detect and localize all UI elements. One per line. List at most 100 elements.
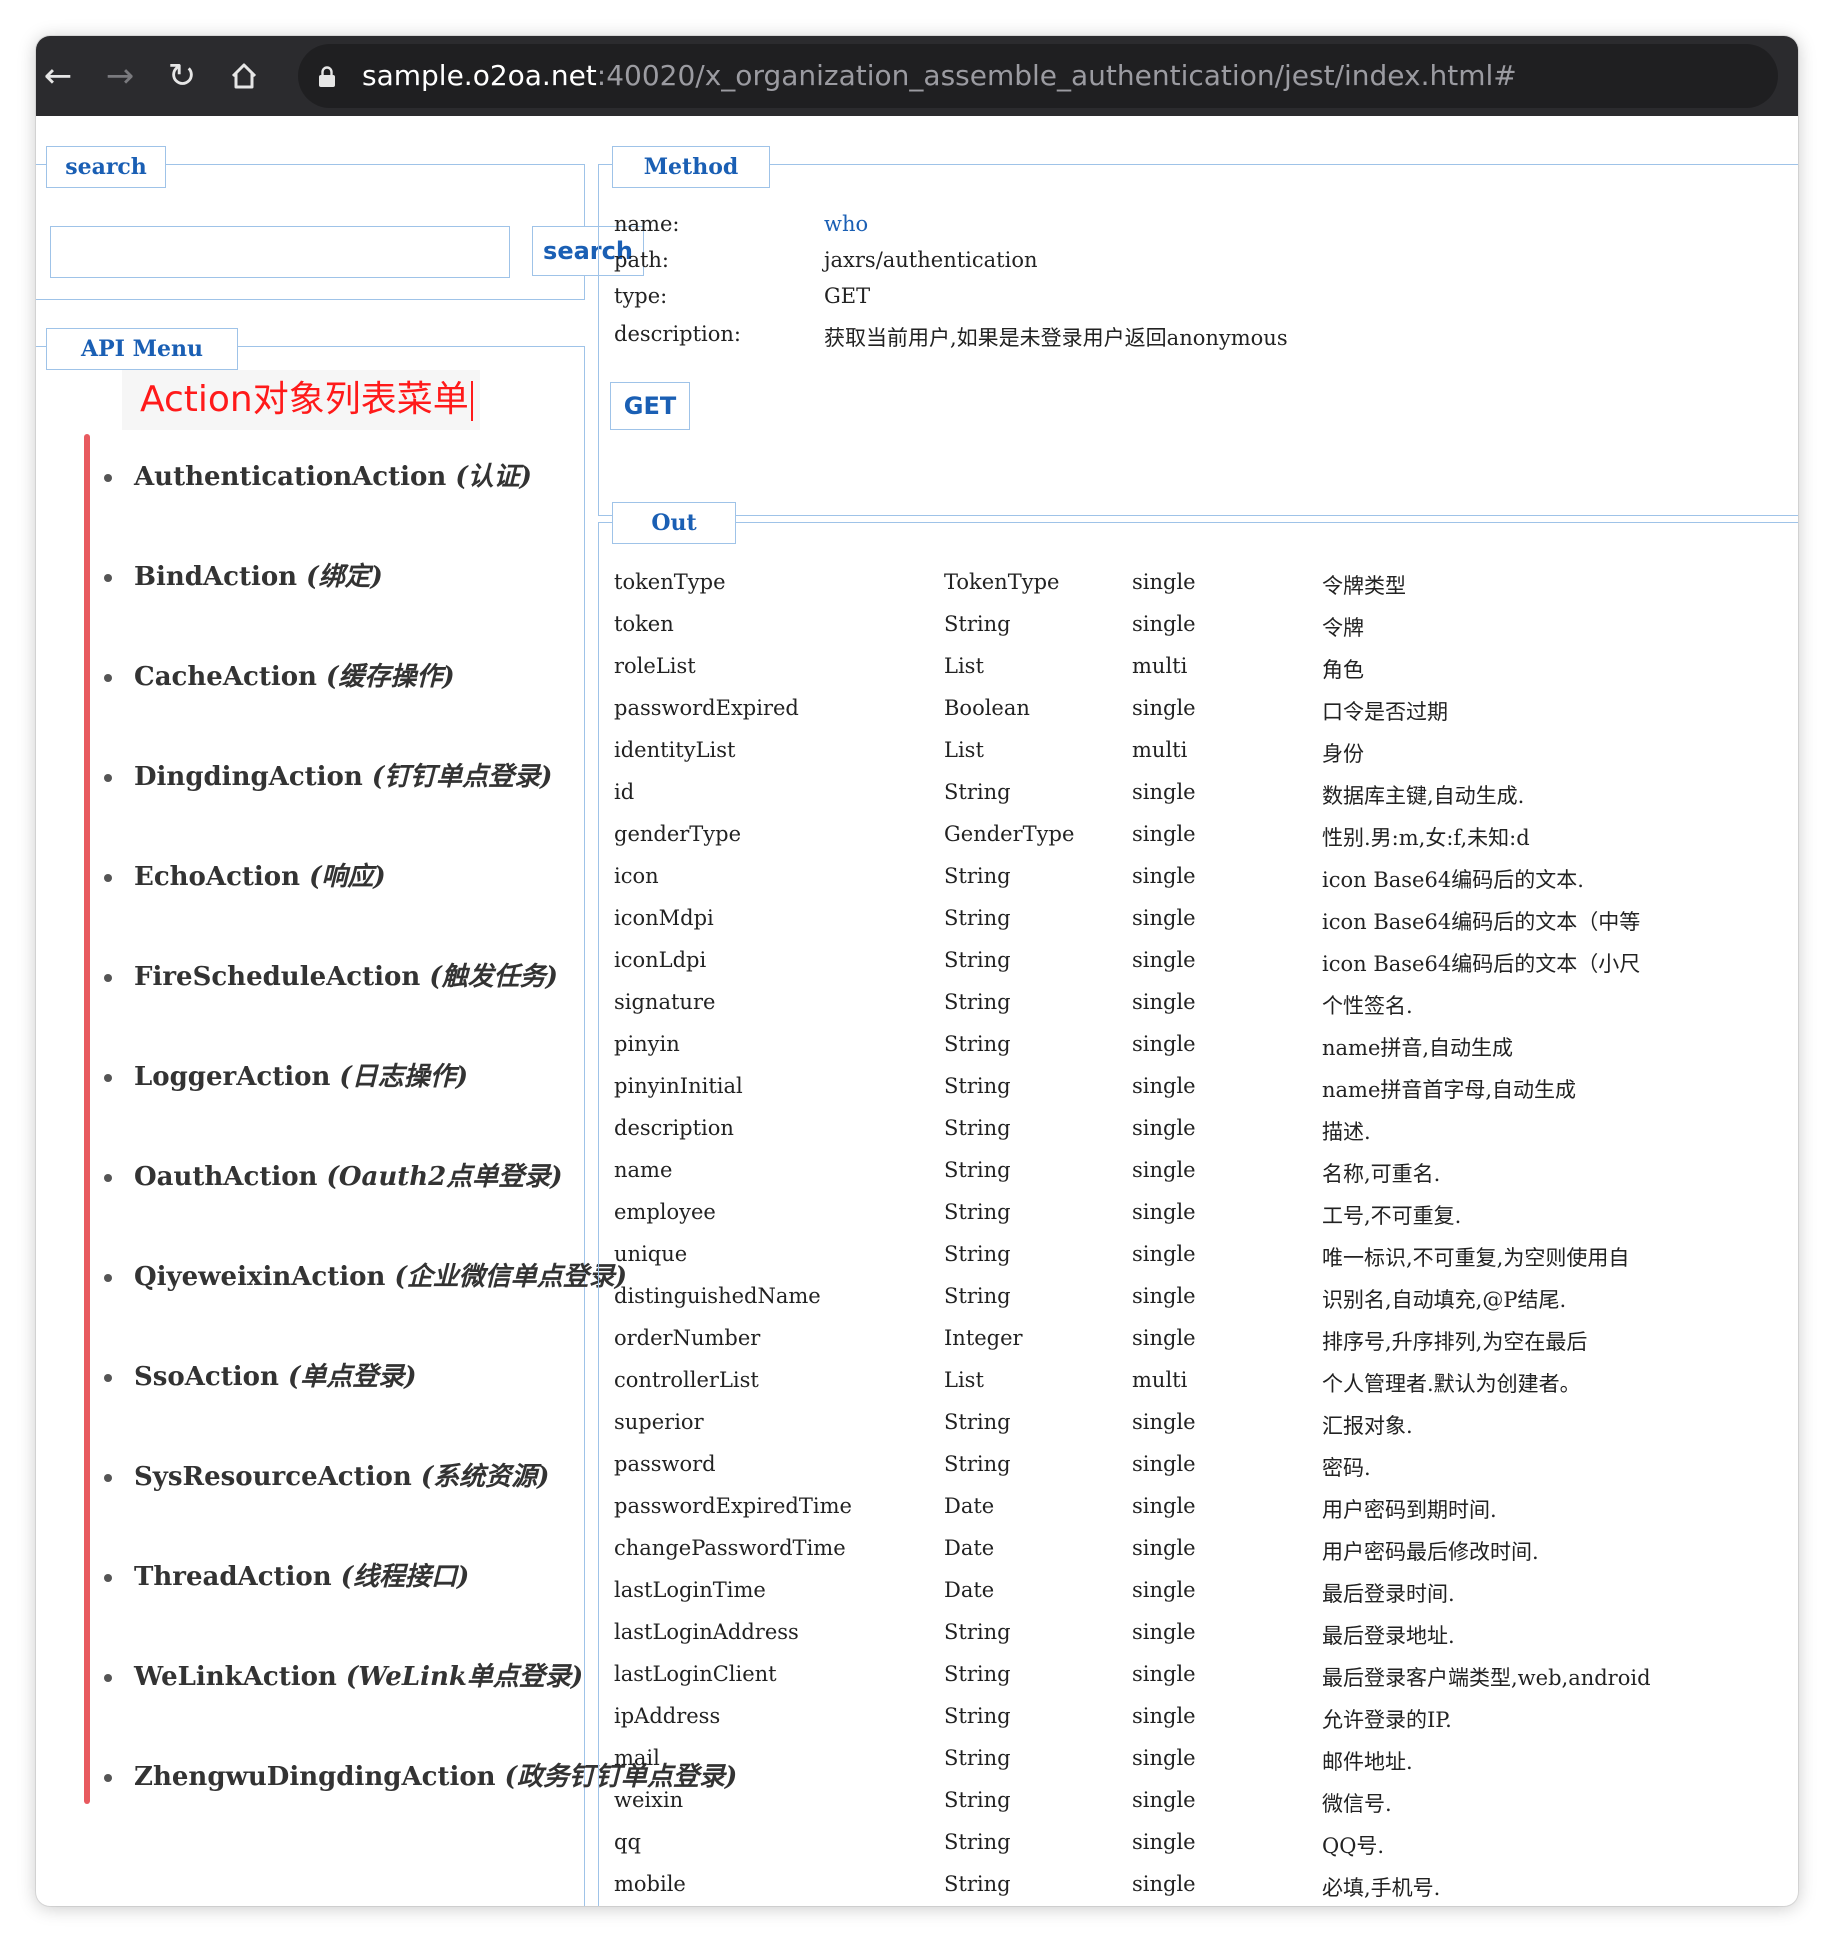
api-menu-item-name[interactable]: LoggerAction [134, 1062, 330, 1092]
forward-arrow-icon[interactable]: → [98, 54, 142, 98]
api-menu-item[interactable]: CacheAction (缓存操作) [96, 656, 455, 696]
out-table-row: icon String single icon Base64编码后的文本. [614, 864, 1754, 898]
out-field-multiplicity: single [1132, 1242, 1196, 1266]
method-type-value: GET [824, 284, 871, 308]
bullet-icon [104, 1674, 112, 1682]
back-arrow-icon[interactable]: ← [36, 54, 80, 98]
api-menu-item[interactable]: EchoAction (响应) [96, 856, 386, 896]
out-field-name: employee [614, 1200, 716, 1224]
api-menu-item[interactable]: FireScheduleAction (触发任务) [96, 956, 558, 996]
api-menu-item-desc: (缓存操作) [326, 662, 455, 692]
out-field-multiplicity: single [1132, 1074, 1196, 1098]
out-field-type: String [944, 1242, 1011, 1266]
out-field-type: String [944, 1200, 1011, 1224]
out-field-type: GenderType [944, 822, 1075, 846]
out-field-name: weixin [614, 1788, 684, 1812]
out-field-type: String [944, 1116, 1011, 1140]
out-field-type: Integer [944, 1326, 1023, 1350]
out-table-row: passwordExpiredTime Date single 用户密码到期时间. [614, 1494, 1754, 1528]
out-field-name: iconLdpi [614, 948, 707, 972]
api-menu-item-name[interactable]: EchoAction [134, 862, 300, 892]
out-table-row: controllerList List multi 个人管理者.默认为创建者。 [614, 1368, 1754, 1402]
out-field-description: QQ号. [1322, 1834, 1385, 1858]
method-name-value[interactable]: who [824, 212, 868, 236]
url-text: sample.o2oa.net:40020/x_organization_ass… [362, 56, 1517, 96]
method-description-label: description: [614, 322, 742, 346]
out-field-description: 身份 [1322, 742, 1364, 766]
out-table-row: iconMdpi String single icon Base64编码后的文本（中等 [614, 906, 1754, 940]
api-menu-item-name[interactable]: OauthAction [134, 1162, 317, 1192]
out-table-row: iconLdpi String single icon Base64编码后的文本（小尺 [614, 948, 1754, 982]
bullet-icon [104, 874, 112, 882]
out-field-type: Date [944, 1578, 995, 1602]
out-field-name: roleList [614, 654, 696, 678]
api-menu-legend: API Menu [46, 328, 238, 370]
out-field-type: String [944, 1830, 1011, 1854]
annotation-bracket [84, 434, 90, 1804]
out-field-multiplicity: single [1132, 696, 1196, 720]
search-legend: search [46, 146, 166, 188]
out-field-multiplicity: single [1132, 990, 1196, 1014]
out-field-description: 个人管理者.默认为创建者。 [1322, 1372, 1581, 1396]
api-menu-item-name[interactable]: ThreadAction [134, 1562, 332, 1592]
out-field-name: pinyin [614, 1032, 680, 1056]
out-field-description: 最后登录地址. [1322, 1624, 1455, 1648]
out-field-multiplicity: single [1132, 1578, 1196, 1602]
out-field-description: 数据库主键,自动生成. [1322, 784, 1525, 808]
out-field-name: qq [614, 1830, 641, 1854]
out-field-type: String [944, 780, 1011, 804]
out-field-description: 最后登录客户端类型,web,android [1322, 1666, 1651, 1690]
out-table-row: ipAddress String single 允许登录的IP. [614, 1704, 1754, 1738]
url-path: :40020/x_organization_assemble_authentic… [596, 59, 1517, 92]
api-menu-item[interactable]: BindAction (绑定) [96, 556, 383, 596]
api-menu-item[interactable]: QiyeweixinAction (企业微信单点登录) [96, 1256, 627, 1296]
out-field-description: 识别名,自动填充,@P结尾. [1322, 1288, 1567, 1312]
api-menu-item-name[interactable]: QiyeweixinAction [134, 1262, 385, 1292]
api-menu-item[interactable]: ThreadAction (线程接口) [96, 1556, 469, 1596]
api-menu-item-name[interactable]: SysResourceAction [134, 1462, 412, 1492]
out-field-multiplicity: single [1132, 780, 1196, 804]
api-menu-item[interactable]: SsoAction (单点登录) [96, 1356, 417, 1396]
address-bar[interactable]: sample.o2oa.net:40020/x_organization_ass… [298, 44, 1778, 108]
api-menu-item-name[interactable]: CacheAction [134, 662, 317, 692]
api-menu-item[interactable]: DingdingAction (钉钉单点登录) [96, 756, 552, 796]
out-field-name: name [614, 1158, 673, 1182]
out-field-name: changePasswordTime [614, 1536, 846, 1560]
api-menu-item[interactable]: SysResourceAction (系统资源) [96, 1456, 549, 1496]
out-field-type: String [944, 864, 1011, 888]
out-table-row: identityList List multi 身份 [614, 738, 1754, 772]
api-menu-item-name[interactable]: AuthenticationAction [134, 462, 446, 492]
api-menu-item-name[interactable]: FireScheduleAction [134, 962, 420, 992]
out-field-description: 名称,可重名. [1322, 1162, 1441, 1186]
bullet-icon [104, 674, 112, 682]
out-table-row: token String single 令牌 [614, 612, 1754, 646]
out-field-description: 口令是否过期 [1322, 700, 1448, 724]
api-menu-item-name[interactable]: WeLinkAction [134, 1662, 337, 1692]
out-table-row: changePasswordTime Date single 用户密码最后修改时间. [614, 1536, 1754, 1570]
out-field-type: List [944, 1368, 984, 1392]
api-menu-item[interactable]: AuthenticationAction (认证) [96, 456, 532, 496]
api-menu-item-name[interactable]: BindAction [134, 562, 297, 592]
api-menu-item[interactable]: WeLinkAction (WeLink单点登录) [96, 1656, 583, 1696]
api-menu-item-name[interactable]: DingdingAction [134, 762, 363, 792]
api-menu-item[interactable]: LoggerAction (日志操作) [96, 1056, 468, 1096]
api-menu-item-desc: (系统资源) [420, 1462, 550, 1492]
out-field-description: name拼音首字母,自动生成 [1322, 1078, 1577, 1102]
api-menu-item[interactable]: OauthAction (Oauth2点单登录) [96, 1156, 563, 1196]
bullet-icon [104, 1274, 112, 1282]
browser-toolbar: ← → ↻ sample.o2oa.net:40020/x_organizati… [36, 36, 1798, 116]
home-icon[interactable] [222, 54, 266, 98]
out-table-row: lastLoginClient String single 最后登录客户端类型,web… [614, 1662, 1754, 1696]
out-field-multiplicity: single [1132, 1620, 1196, 1644]
out-field-name: controllerList [614, 1368, 759, 1392]
search-input[interactable] [50, 226, 510, 278]
api-menu-item-name[interactable]: ZhengwuDingdingAction [134, 1762, 496, 1792]
reload-icon[interactable]: ↻ [160, 54, 204, 98]
get-button[interactable]: GET [610, 382, 690, 430]
out-field-type: String [944, 1074, 1011, 1098]
out-field-description: 描述. [1322, 1120, 1371, 1144]
out-field-name: mail [614, 1746, 660, 1770]
annotation-text: Action对象列表菜单 [140, 379, 469, 420]
out-legend: Out [612, 502, 736, 544]
api-menu-item-name[interactable]: SsoAction [134, 1362, 279, 1392]
